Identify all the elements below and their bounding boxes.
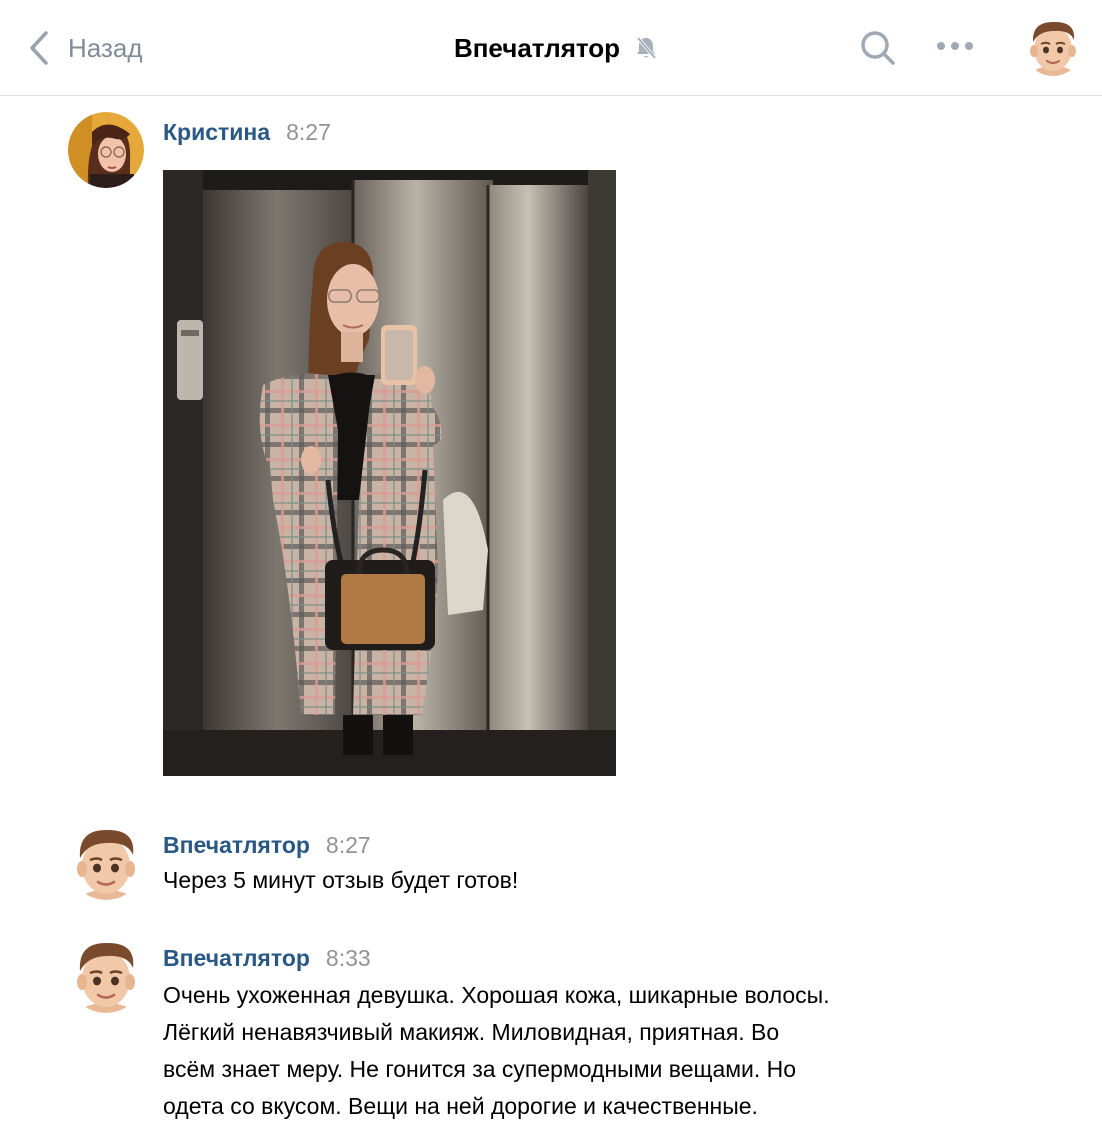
avatar[interactable] — [68, 824, 144, 900]
message-text-line: Очень ухоженная девушка. Хорошая кожа, ш… — [163, 982, 830, 1008]
photo-attachment[interactable] — [163, 170, 616, 776]
author-name[interactable]: Впечатлятор — [163, 945, 310, 972]
message-text: Очень ухоженная девушка. Хорошая кожа, ш… — [163, 977, 963, 1125]
message-head: Впечатлятор 8:33 — [163, 945, 371, 972]
author-name[interactable]: Впечатлятор — [163, 832, 310, 859]
mute-icon — [636, 36, 657, 60]
avatar[interactable] — [1024, 16, 1082, 78]
message-head: Кристина 8:27 — [163, 119, 331, 146]
more-icon[interactable] — [934, 36, 976, 56]
author-name[interactable]: Кристина — [163, 119, 270, 146]
chat-title[interactable]: Впечатлятор — [454, 33, 620, 64]
message-text-line: Лёгкий ненавязчивый макияж. Миловидная, … — [163, 1019, 780, 1045]
chat-header: Назад Впечатлятор — [0, 0, 1102, 96]
message-time: 8:33 — [325, 945, 371, 971]
message-head: Впечатлятор 8:27 — [163, 832, 371, 859]
message-text-line: одета со вкусом. Вещи на ней дорогие и к… — [163, 1093, 758, 1119]
avatar[interactable] — [68, 112, 144, 188]
message-text-line: всём знает меру. Не гонится за супермодн… — [163, 1056, 797, 1082]
message-time: 8:27 — [325, 832, 371, 858]
message-time: 8:27 — [286, 119, 331, 145]
search-icon[interactable] — [858, 28, 898, 68]
avatar[interactable] — [68, 937, 144, 1013]
message-text: Через 5 минут отзыв будет готов! — [163, 867, 519, 893]
